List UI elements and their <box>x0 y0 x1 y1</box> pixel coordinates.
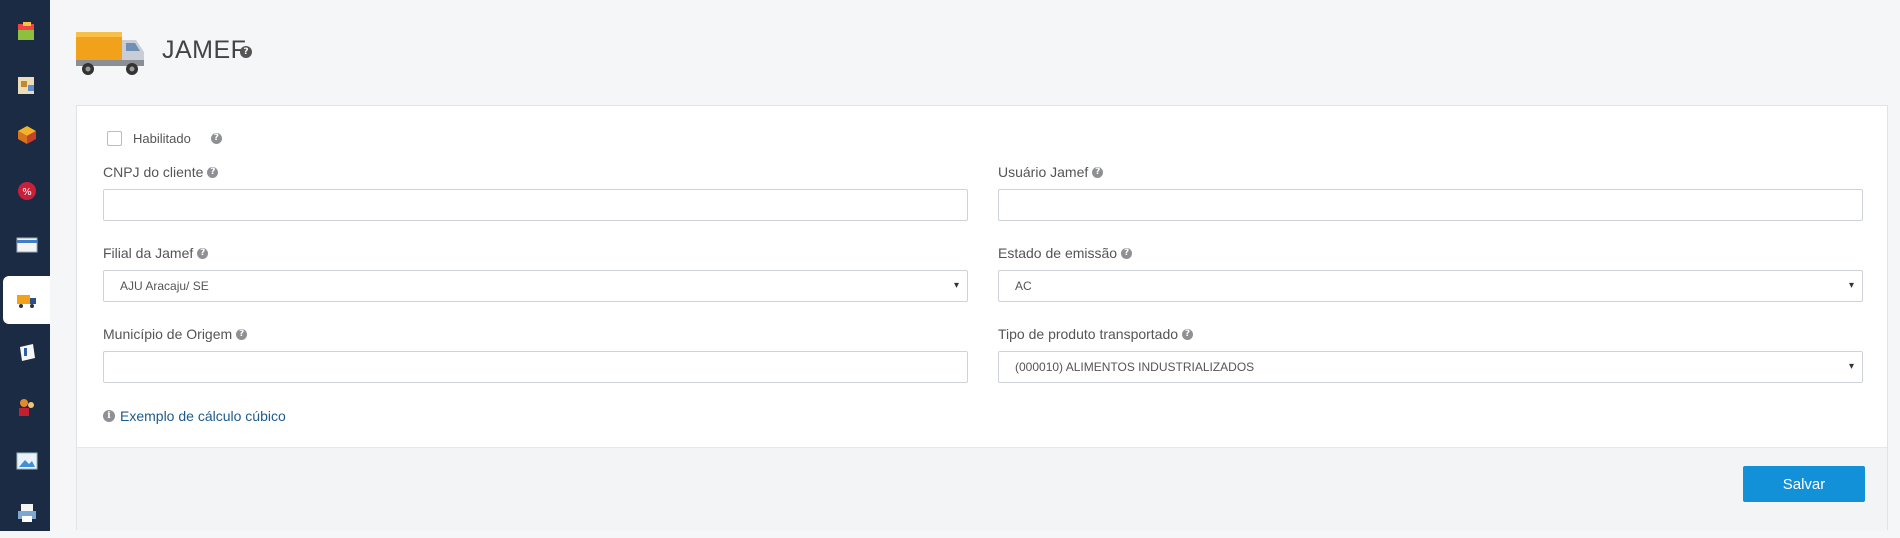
package-icon <box>17 126 36 144</box>
cnpj-label-text: CNPJ do cliente <box>103 164 204 180</box>
svg-text:%: % <box>22 187 32 198</box>
chevron-down-icon: ▾ <box>1848 280 1854 291</box>
enabled-row: Habilitado ? <box>107 128 222 148</box>
page-title: JAMEF <box>162 36 247 64</box>
branch-select-value: AJU Aracaju/ SE <box>120 279 209 293</box>
document-icon <box>19 344 35 361</box>
image-icon <box>16 452 37 470</box>
city-label: Município de Origem ? <box>103 326 248 342</box>
panel-footer <box>77 447 1887 531</box>
product-label-text: Tipo de produto transportado <box>998 326 1179 342</box>
sidebar-item-discount[interactable]: % <box>3 166 50 216</box>
user-input[interactable] <box>998 189 1863 221</box>
city-label-text: Município de Origem <box>103 326 233 342</box>
sidebar-item-card[interactable] <box>3 220 50 270</box>
sidebar-item-shipping[interactable] <box>3 276 50 324</box>
sidebar-item-users[interactable] <box>3 382 50 432</box>
help-icon[interactable]: ? <box>240 46 252 58</box>
state-label: Estado de emissão ? <box>998 245 1133 261</box>
example-link[interactable]: Exemplo de cálculo cúbico <box>120 408 286 424</box>
enabled-label: Habilitado <box>133 130 191 146</box>
example-link-row: i Exemplo de cálculo cúbico <box>103 408 286 424</box>
help-icon[interactable]: ? <box>236 328 248 340</box>
chevron-down-icon: ▾ <box>1848 361 1854 372</box>
help-icon[interactable]: ? <box>1092 166 1104 178</box>
state-label-text: Estado de emissão <box>998 245 1118 261</box>
cnpj-input[interactable] <box>103 189 968 221</box>
branch-label: Filial da Jamef ? <box>103 245 209 261</box>
card-icon <box>16 237 37 253</box>
user-label-text: Usuário Jamef <box>998 164 1089 180</box>
box-icon <box>17 22 34 40</box>
chevron-down-icon: ▾ <box>953 280 959 291</box>
save-button[interactable]: Salvar <box>1743 466 1865 502</box>
cnpj-label: CNPJ do cliente ? <box>103 164 219 180</box>
help-icon[interactable]: ? <box>197 247 209 259</box>
product-select[interactable]: (000010) ALIMENTOS INDUSTRIALIZADOS ▾ <box>998 351 1863 383</box>
print-icon <box>17 504 36 522</box>
state-select[interactable]: AC ▾ <box>998 270 1863 302</box>
truck-icon <box>76 32 144 75</box>
help-icon[interactable]: ? <box>207 166 219 178</box>
help-icon[interactable]: ? <box>1182 328 1194 340</box>
enabled-checkbox[interactable] <box>107 130 122 146</box>
products-icon <box>17 77 34 94</box>
users-icon <box>18 399 34 416</box>
sidebar-item-image[interactable] <box>3 436 50 486</box>
sidebar-item-package[interactable] <box>3 110 50 160</box>
state-select-value: AC <box>1015 279 1032 293</box>
city-input[interactable] <box>103 351 968 383</box>
truck-icon <box>16 295 36 308</box>
branch-select[interactable]: AJU Aracaju/ SE ▾ <box>103 270 968 302</box>
help-icon[interactable]: ? <box>210 132 222 144</box>
form-panel: Habilitado ? CNPJ do cliente ? Usuário J… <box>76 105 1888 531</box>
discount-icon: % <box>17 182 36 200</box>
info-icon: i <box>103 410 115 422</box>
help-icon[interactable]: ? <box>1121 247 1133 259</box>
sidebar: % <box>0 0 50 531</box>
branch-label-text: Filial da Jamef <box>103 245 194 261</box>
product-select-value: (000010) ALIMENTOS INDUSTRIALIZADOS <box>1015 360 1255 374</box>
sidebar-item-box[interactable] <box>3 6 50 56</box>
user-label: Usuário Jamef ? <box>998 164 1104 180</box>
sidebar-item-products[interactable] <box>3 60 50 110</box>
product-label: Tipo de produto transportado ? <box>998 326 1194 342</box>
sidebar-item-document[interactable] <box>3 328 50 378</box>
